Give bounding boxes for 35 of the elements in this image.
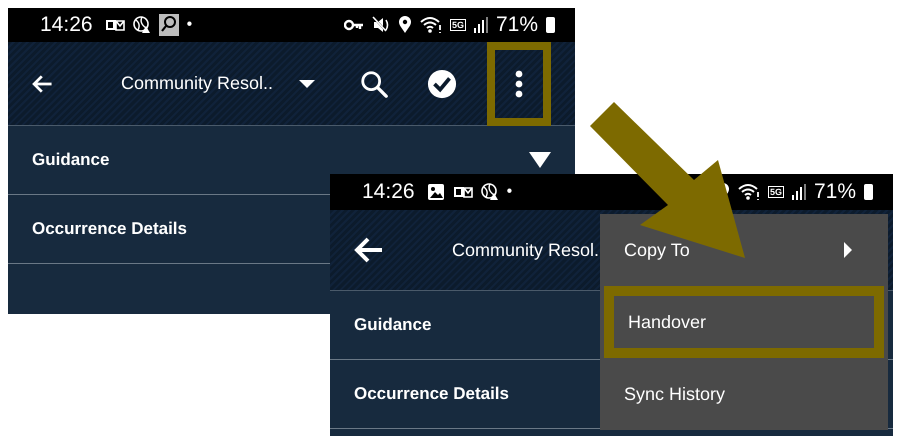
highlight-frame[interactable] bbox=[487, 42, 551, 126]
wifi-icon bbox=[738, 183, 760, 201]
battery-level: 71% bbox=[814, 180, 856, 204]
screen-title[interactable]: Community Resol.. bbox=[120, 73, 273, 94]
battery-icon bbox=[864, 184, 873, 200]
check-circle-icon[interactable] bbox=[427, 68, 457, 100]
mute-icon bbox=[372, 16, 390, 34]
battery-level: 71% bbox=[496, 13, 538, 37]
section-title[interactable]: Guidance bbox=[354, 315, 432, 335]
image-icon bbox=[426, 183, 445, 201]
location-icon bbox=[398, 16, 412, 34]
globe-warning-icon bbox=[480, 183, 499, 201]
network-badge: 5G bbox=[768, 186, 784, 198]
search-icon bbox=[158, 14, 179, 36]
globe-warning-icon bbox=[132, 16, 151, 34]
menu-item[interactable]: Handover bbox=[604, 286, 884, 358]
network-badge: 5G bbox=[450, 19, 466, 31]
section-title[interactable]: Occurrence Details bbox=[32, 219, 187, 239]
back-arrow-icon[interactable] bbox=[354, 237, 384, 263]
submenu-icon bbox=[844, 242, 852, 258]
key-icon bbox=[344, 19, 364, 31]
clock: 14:26 bbox=[362, 180, 415, 204]
wifi-icon bbox=[420, 16, 442, 34]
signal-icon bbox=[474, 17, 488, 33]
signal-icon bbox=[792, 184, 806, 200]
notification-dot: • bbox=[186, 16, 192, 34]
more-icon[interactable] bbox=[515, 70, 523, 98]
clock: 14:26 bbox=[40, 13, 93, 37]
dropdown-icon[interactable] bbox=[299, 80, 315, 88]
mail-icon bbox=[452, 184, 473, 200]
notification-dot: • bbox=[506, 183, 512, 201]
mail-icon bbox=[104, 17, 125, 33]
section-title[interactable]: Occurrence Details bbox=[354, 384, 509, 404]
battery-icon bbox=[546, 17, 555, 33]
section-title[interactable]: Guidance bbox=[32, 150, 110, 170]
